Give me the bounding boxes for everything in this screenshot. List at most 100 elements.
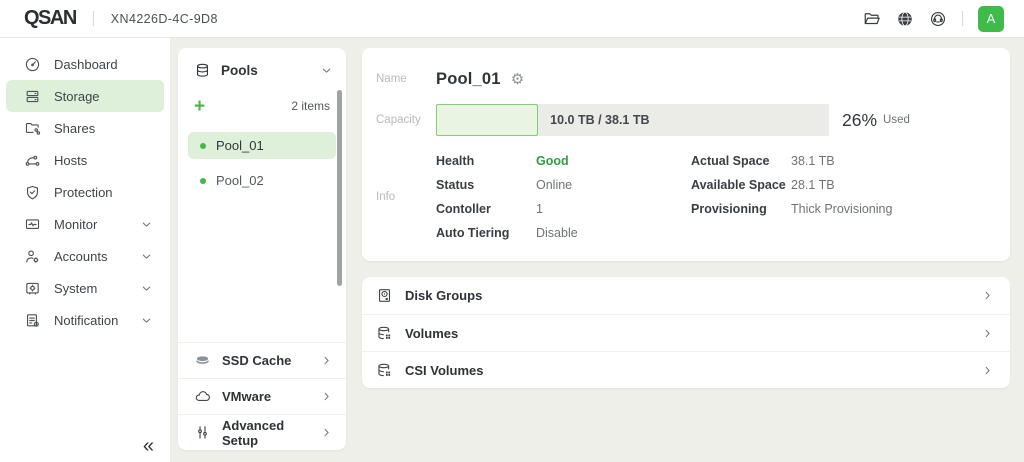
gear-icon[interactable]: ⚙ (511, 72, 524, 87)
pools-toolbar: + 2 items (178, 92, 346, 120)
chevron-right-icon (982, 290, 993, 301)
storage-icon (24, 88, 41, 105)
subsection-label: Disk Groups (405, 288, 970, 303)
chevron-right-icon (321, 427, 332, 438)
pool-info-card: Name Pool_01 ⚙ Capacity 10.0 TB / 38.1 T… (362, 48, 1010, 261)
scrollbar[interactable] (337, 90, 342, 286)
info-pair-label: Health (436, 154, 536, 168)
sidebar-item-label: Monitor (54, 217, 128, 232)
avatar[interactable]: A (978, 6, 1004, 32)
info-pair-value: 28.1 TB (791, 178, 835, 192)
info-pair-provisioning: Provisioning Thick Provisioning (691, 197, 892, 221)
sidebar-item-accounts[interactable]: Accounts (6, 240, 164, 272)
sidebar-item-hosts[interactable]: Hosts (6, 144, 164, 176)
info-pair-controller: Contoller 1 (436, 197, 691, 221)
add-pool-button[interactable]: + (194, 97, 205, 116)
device-name: XN4226D-4C-9D8 (111, 12, 218, 26)
vmware-cloud-icon (194, 388, 211, 405)
sidebar: Dashboard Storage Shares Hosts Protectio (0, 38, 170, 462)
disk-groups-row[interactable]: Disk Groups (362, 277, 1010, 314)
status-dot-icon (200, 178, 206, 184)
info-pair-actual-space: Actual Space 38.1 TB (691, 149, 892, 173)
chevron-down-icon (141, 251, 152, 262)
protection-icon (24, 184, 41, 201)
info-pair-label: Actual Space (691, 154, 791, 168)
section-vmware[interactable]: VMware (178, 378, 346, 414)
pools-header[interactable]: Pools (178, 48, 346, 92)
pool-name: Pool_02 (216, 173, 264, 188)
info-pair-auto-tiering: Auto Tiering Disable (436, 221, 691, 245)
info-pair-value: 1 (536, 202, 543, 216)
system-icon (24, 280, 41, 297)
sidebar-item-monitor[interactable]: Monitor (6, 208, 164, 240)
chevron-right-icon (321, 355, 332, 366)
pool-subsections: Disk Groups Volumes CSI Volumes (362, 277, 1010, 388)
volumes-icon (376, 325, 393, 342)
top-bar: QSAN XN4226D-4C-9D8 A (0, 0, 1024, 38)
capacity-bar: 10.0 TB / 38.1 TB (436, 104, 829, 136)
chevron-right-icon (982, 328, 993, 339)
capacity-percent: 26% (842, 110, 877, 131)
info-pair-label: Available Space (691, 178, 791, 192)
hosts-icon (24, 152, 41, 169)
pools-database-icon (194, 62, 211, 79)
info-row: Info Health Good Status Online (376, 149, 994, 245)
info-pair-status: Status Online (436, 173, 691, 197)
chevron-down-icon[interactable] (321, 65, 332, 76)
info-pair-health: Health Good (436, 149, 691, 173)
info-pair-label: Contoller (436, 202, 536, 216)
shares-icon (24, 120, 41, 137)
section-label: SSD Cache (222, 353, 310, 368)
info-label: Info (376, 191, 436, 203)
capacity-used-label: Used (883, 114, 910, 126)
section-ssd-cache[interactable]: SSD Cache (178, 342, 346, 378)
globe-icon[interactable] (896, 10, 914, 28)
info-pair-value: 38.1 TB (791, 154, 835, 168)
section-advanced-setup[interactable]: Advanced Setup (178, 414, 346, 450)
chevron-down-icon (141, 283, 152, 294)
content-area: Pools + 2 items Pool_01 Pool_02 (170, 38, 1024, 462)
main-layout: Dashboard Storage Shares Hosts Protectio (0, 38, 1024, 462)
info-pair-value: Thick Provisioning (791, 202, 892, 216)
pool-list-item-pool01[interactable]: Pool_01 (188, 132, 336, 159)
pool-name: Pool_01 (216, 138, 264, 153)
csi-volumes-row[interactable]: CSI Volumes (362, 351, 1010, 388)
capacity-text: 10.0 TB / 38.1 TB (550, 113, 649, 127)
notification-icon (24, 312, 41, 329)
section-label: VMware (222, 389, 310, 404)
pool-detail: Name Pool_01 ⚙ Capacity 10.0 TB / 38.1 T… (362, 48, 1010, 450)
sidebar-item-protection[interactable]: Protection (6, 176, 164, 208)
info-grid: Health Good Status Online Contoller 1 (436, 149, 892, 245)
pool-list-item-pool02[interactable]: Pool_02 (188, 167, 336, 194)
sidebar-collapse-button[interactable]: « (143, 436, 154, 456)
info-pair-label: Status (436, 178, 536, 192)
name-label: Name (376, 73, 436, 85)
info-pair-label: Provisioning (691, 202, 791, 216)
sidebar-item-label: Shares (54, 121, 152, 136)
pools-panel: Pools + 2 items Pool_01 Pool_02 (178, 48, 346, 450)
pools-count: 2 items (291, 99, 330, 113)
chevron-right-icon (321, 391, 332, 402)
sidebar-item-label: System (54, 281, 128, 296)
sidebar-item-storage[interactable]: Storage (6, 80, 164, 112)
sidebar-item-dashboard[interactable]: Dashboard (6, 48, 164, 80)
sidebar-item-notification[interactable]: Notification (6, 304, 164, 336)
info-column-right: Actual Space 38.1 TB Available Space 28.… (691, 149, 892, 245)
info-pair-available-space: Available Space 28.1 TB (691, 173, 892, 197)
folder-icon[interactable] (863, 10, 881, 28)
sidebar-item-system[interactable]: System (6, 272, 164, 304)
status-dot-icon (200, 143, 206, 149)
sidebar-item-label: Notification (54, 313, 128, 328)
pool-name-value: Pool_01 (436, 70, 501, 89)
dashboard-icon (24, 56, 41, 73)
chevron-right-icon (982, 365, 993, 376)
sidebar-item-label: Hosts (54, 153, 152, 168)
subsection-label: CSI Volumes (405, 363, 970, 378)
volumes-row[interactable]: Volumes (362, 314, 1010, 351)
ssd-cache-icon (194, 352, 211, 369)
info-pair-value: Online (536, 178, 572, 192)
sidebar-item-shares[interactable]: Shares (6, 112, 164, 144)
support-icon[interactable] (929, 10, 947, 28)
csi-volumes-icon (376, 362, 393, 379)
sidebar-item-label: Protection (54, 185, 152, 200)
